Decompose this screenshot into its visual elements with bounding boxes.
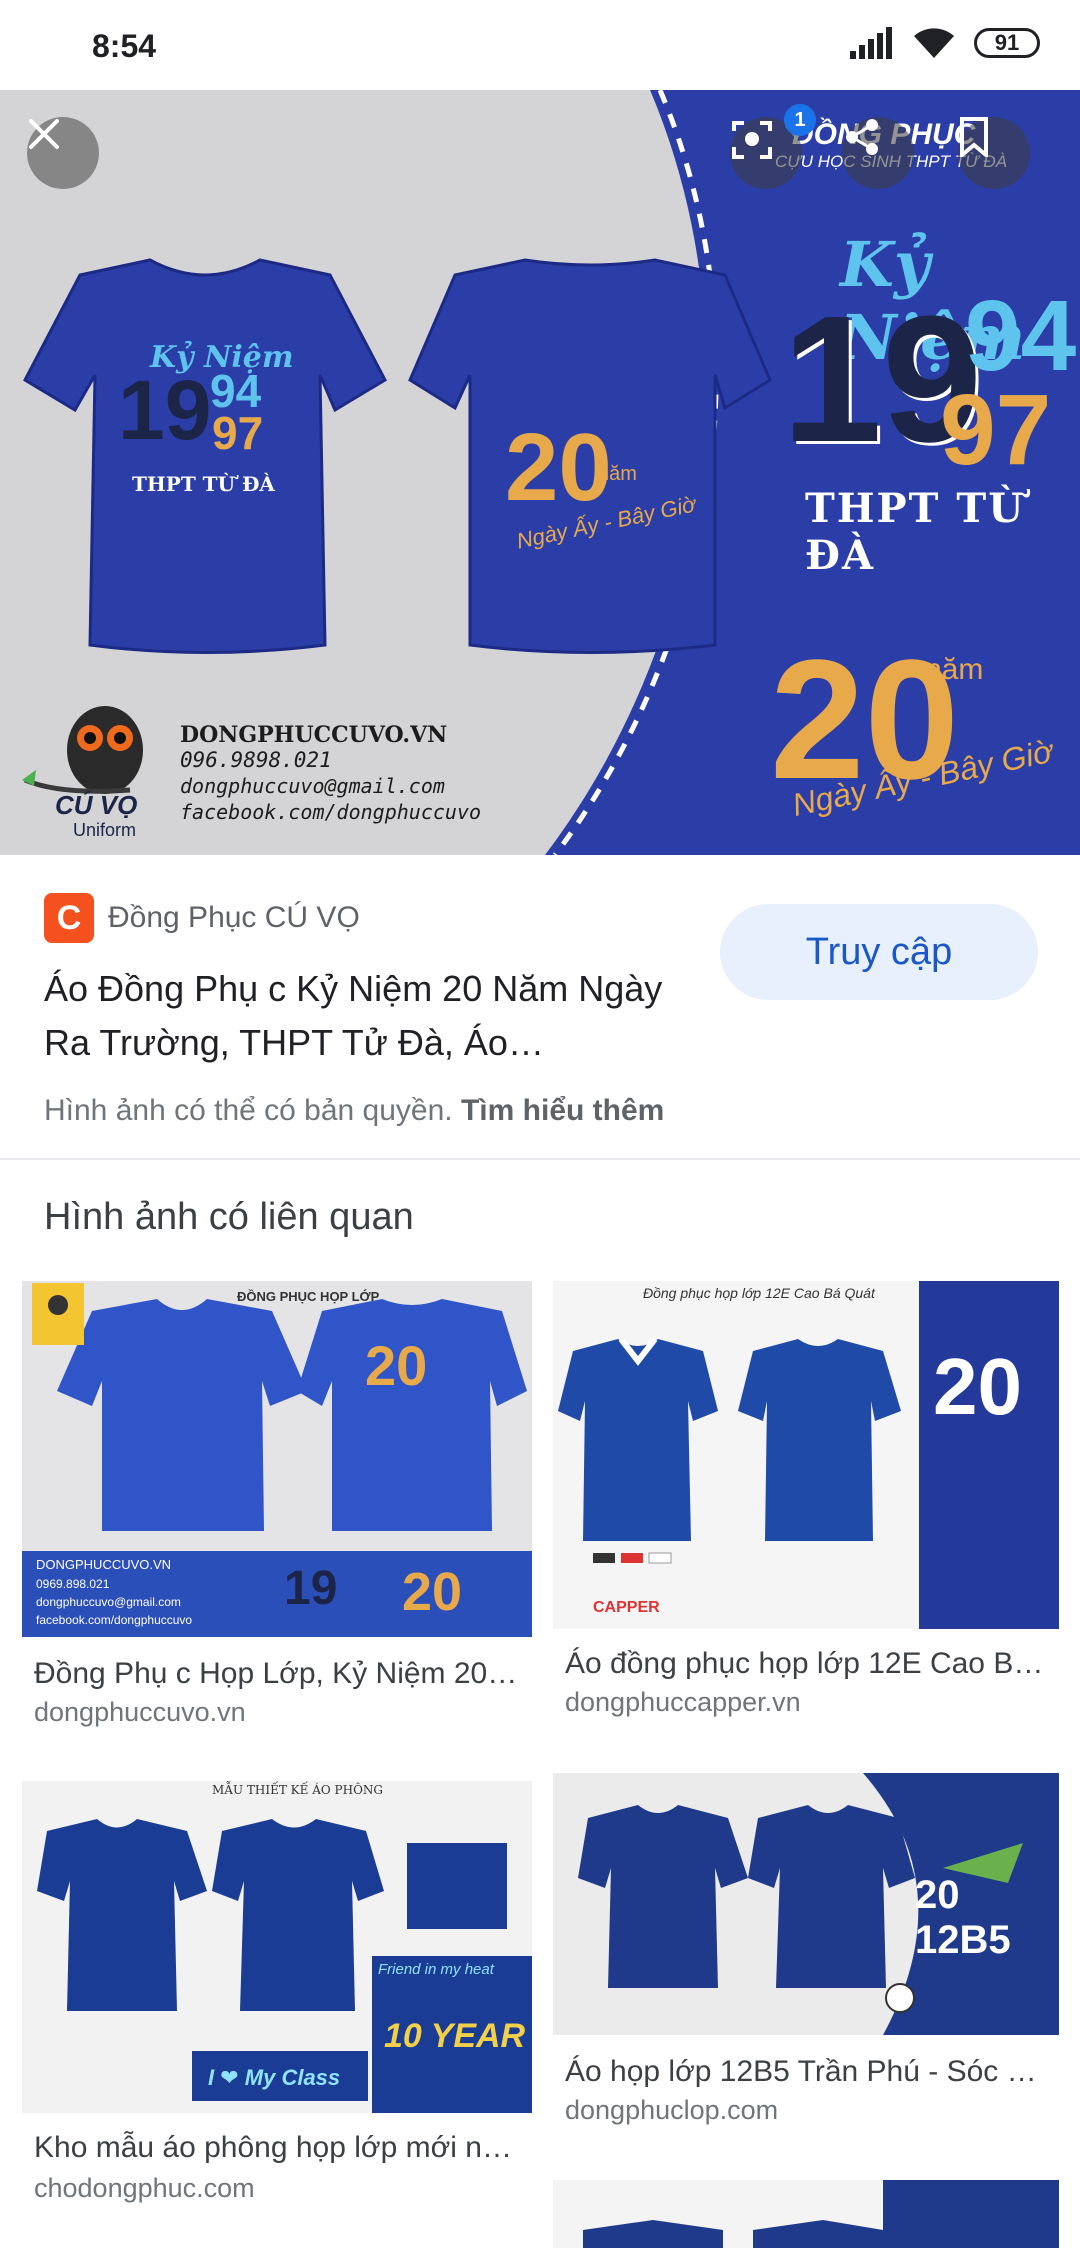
- class-shirts-image: [558, 1281, 1059, 1629]
- related-domain: dongphuccapper.vn: [565, 1687, 801, 1717]
- related-heading: Hình ảnh có liên quan: [44, 1196, 414, 1238]
- thumb-header: Đồng phục họp lớp 12E Cao Bá Quát: [643, 1285, 875, 1301]
- copyright-notice: Hình ảnh có thể có bản quyền. Tìm hiểu t…: [44, 1094, 664, 1128]
- related-caption: Áo đồng phục họp lớp 12E Cao B…: [565, 1647, 1044, 1680]
- shirt-front-97: 97: [212, 407, 264, 459]
- learn-more-link[interactable]: Tìm hiểu thêm: [461, 1094, 664, 1127]
- related-thumbnail[interactable]: 20 12B5: [553, 1773, 1059, 2035]
- hero-school: THPT TỪ ĐÀ: [805, 485, 1025, 579]
- battery-indicator: 91: [974, 28, 1040, 58]
- thumb-brand: CAPPER: [593, 1599, 660, 1616]
- related-caption: Áo họp lớp 12B5 Trần Phú - Sóc …: [565, 2055, 1037, 2088]
- related-thumbnail[interactable]: MẪU THIẾT KẾ ÁO PHÔNG Friend in my heat …: [22, 1781, 532, 2113]
- signal-icon: [850, 27, 892, 59]
- thumb-fb: facebook.com/dongphuccuvo: [36, 1613, 193, 1627]
- bookmark-icon: [960, 117, 988, 157]
- tshirt-designs-image: [37, 1819, 532, 2113]
- source-row[interactable]: C Đồng Phục CÚ VỌ: [44, 893, 360, 943]
- related-item[interactable]: Đồng phục họp lớp 12E Cao Bá Quát CAPPER…: [553, 1281, 1059, 1721]
- logo-sub: Uniform: [73, 820, 137, 840]
- wifi-icon: [914, 28, 954, 58]
- visit-button[interactable]: Truy cập: [720, 904, 1038, 1000]
- source-name: Đồng Phục CÚ VỌ: [108, 901, 360, 934]
- thumb-phone: 0969.898.021: [36, 1577, 110, 1591]
- related-item[interactable]: MẪU THIẾT KẾ ÁO PHÔNG Friend in my heat …: [22, 1781, 532, 2221]
- contact-email: dongphuccuvo@gmail.com: [180, 774, 445, 798]
- related-domain: dongphuclop.com: [565, 2095, 779, 2125]
- thumb-header: MẪU THIẾT KẾ ÁO PHÔNG: [212, 1783, 383, 1797]
- thumb-label: 20 12B5: [915, 1873, 1011, 1962]
- thumb-header: ĐỒNG PHỤC HỌP LỚP: [237, 1289, 380, 1304]
- share-button[interactable]: [842, 117, 914, 189]
- owl-logo-icon: [22, 706, 143, 794]
- related-item[interactable]: 20 12B5 Áo họp lớp 12B5 Trần Phú - Sóc ……: [553, 1773, 1059, 2125]
- related-domain: chodongphuc.com: [34, 2173, 255, 2203]
- related-item[interactable]: [553, 2180, 1059, 2248]
- thumb-site: DONGPHUCCUVO.VN: [36, 1557, 172, 1572]
- thumb-mail: dongphuccuvo@gmail.com: [36, 1595, 181, 1609]
- related-caption: Kho mẫu áo phông họp lớp mới n…: [34, 2131, 512, 2164]
- contact-phone: 096.9898.021: [180, 748, 332, 772]
- hero-97: 97: [940, 374, 1052, 486]
- thumb-twenty-2: 20: [402, 1562, 463, 1622]
- status-bar: 8:54 91: [0, 0, 1080, 90]
- hero-nam: năm: [925, 653, 984, 686]
- copyright-text: Hình ảnh có thể có bản quyền.: [44, 1094, 453, 1127]
- close-icon: [29, 119, 59, 149]
- status-icons: 91: [850, 26, 1040, 60]
- shirt-front-year: 19: [118, 363, 212, 457]
- contact-site: DONGPHUCCUVO.VN: [180, 722, 448, 748]
- share-icon: [846, 119, 878, 155]
- contact-facebook: facebook.com/dongphuccuvo: [180, 800, 482, 824]
- lens-badge: 1: [784, 104, 816, 136]
- shirt-back-nam: năm: [598, 463, 637, 485]
- related-domain: dongphuccuvo.vn: [34, 1697, 246, 1727]
- lens-icon: [732, 121, 772, 159]
- partial-thumbnail-image: [583, 2180, 1059, 2248]
- preview-image[interactable]: ĐỒNG PHỤC CỰU HỌC SINH THPT TỪ ĐÀ Kỷ Niệ…: [0, 90, 1080, 855]
- status-time: 8:54: [92, 28, 157, 64]
- related-thumbnail[interactable]: ĐỒNG PHỤC HỌP LỚP 20 DONGPHUCCUVO.VN 096…: [22, 1281, 532, 1637]
- hero-94: 94: [965, 280, 1077, 392]
- thumb-twenty: 20: [365, 1334, 428, 1397]
- source-logo-icon: C: [44, 893, 94, 943]
- related-thumbnail[interactable]: [553, 2180, 1059, 2248]
- related-thumbnail[interactable]: Đồng phục họp lớp 12E Cao Bá Quát CAPPER…: [553, 1281, 1059, 1629]
- thumb-ten-year: 10 YEAR: [384, 2017, 526, 2055]
- close-button[interactable]: [27, 117, 99, 189]
- thumb-heart: I ❤ My Class: [208, 2065, 341, 2090]
- save-button[interactable]: [958, 117, 1030, 189]
- divider: [0, 1158, 1080, 1160]
- shirt-back-twenty: 20: [505, 414, 612, 521]
- related-item[interactable]: ĐỒNG PHỤC HỌP LỚP 20 DONGPHUCCUVO.VN 096…: [22, 1281, 532, 1741]
- thumb-twenty: 20: [933, 1342, 1022, 1431]
- related-caption: Đồng Phụ c Họp Lớp, Kỷ Niệm 20…: [34, 1657, 518, 1690]
- thumb-friend: Friend in my heat: [378, 1961, 494, 1978]
- thumb-year: 19: [284, 1562, 338, 1615]
- page-title[interactable]: Áo Đồng Phụ c Kỷ Niệm 20 Năm Ngày Ra Trư…: [44, 962, 684, 1070]
- logo-text: CÚ VỌ: [55, 790, 138, 820]
- shirt-front-school: THPT TỪ ĐÀ: [132, 472, 275, 496]
